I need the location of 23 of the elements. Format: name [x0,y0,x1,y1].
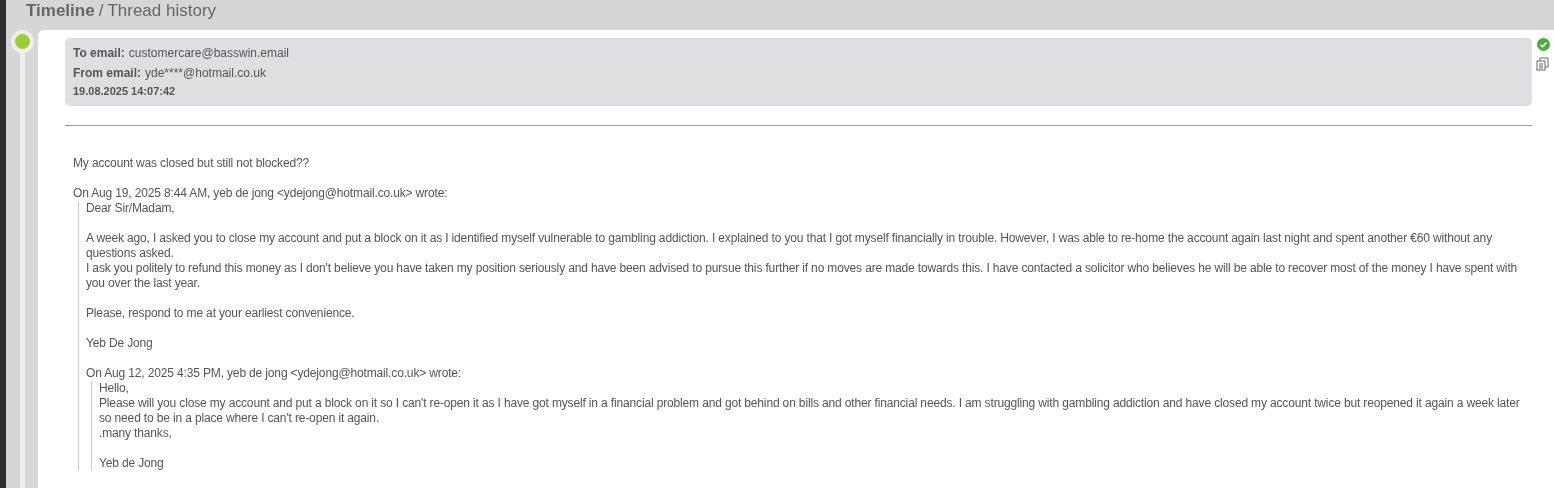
email-text-line: Dear Sir/Madam, [86,201,176,216]
email-text-line: Please, respond to me at your earliest convenience. [86,306,356,321]
email-date: 19.08.2025 14:07:42 [73,85,177,97]
field-label: From email: [73,65,141,82]
email-text-line: Hello, [99,381,130,396]
field-value: yde****@hotmail.co.uk [145,65,266,82]
breadcrumb-section[interactable]: Timeline [26,1,95,21]
field-value: customercare@basswin.email [128,45,290,62]
email-text-line: My account was closed but still not blocked?? [73,156,311,171]
copy-icon[interactable] [1536,57,1550,71]
email-text-line: On Aug 12, 2025 4:35 PM, yeb de jong <ydejong@hotmail.co.uk> wrote: [86,366,463,381]
check-circle-icon[interactable] [1536,38,1550,51]
timeline-dot [10,30,34,53]
email-text-line: Yeb De Jong [86,336,154,351]
email-text-line: On Aug 19, 2025 8:44 AM, yeb de jong <ydejong@hotmail.co.uk> wrote: [73,186,449,201]
page-title: Thread history [107,1,217,21]
email-text-line: .many thanks, [99,426,173,441]
email-text-line: I ask you politely to refund this money as I don't believe you have taken my position seriously and have been advised to pursue this further if no moves are made towards this. I have contacted a solicitor who believes he will be able to recover most of the money I have spent with you over the last year. [86,261,1519,291]
email-text-line: A week ago, I asked you to close my account and put a block on it as I identified myself vulnerable to gambling addiction. I explained to you that I got myself financially in trouble. However, I was able to re-home the account again last night and spent another €60 without any questions asked. [86,231,1493,261]
field-label: To email: [73,45,125,62]
email-text-line: Yeb de Jong [99,456,165,471]
breadcrumb-separator: / [98,1,104,21]
email-text-line: Please will you close my account and put a block on it so I can't re-open it as I have got myself in a financial problem and got behind on bills and other financial needs. I am struggling with gambling addiction and have closed my account twice but reopened it again a week later so need to be in a place where I can't re-open it again. [99,396,1521,426]
